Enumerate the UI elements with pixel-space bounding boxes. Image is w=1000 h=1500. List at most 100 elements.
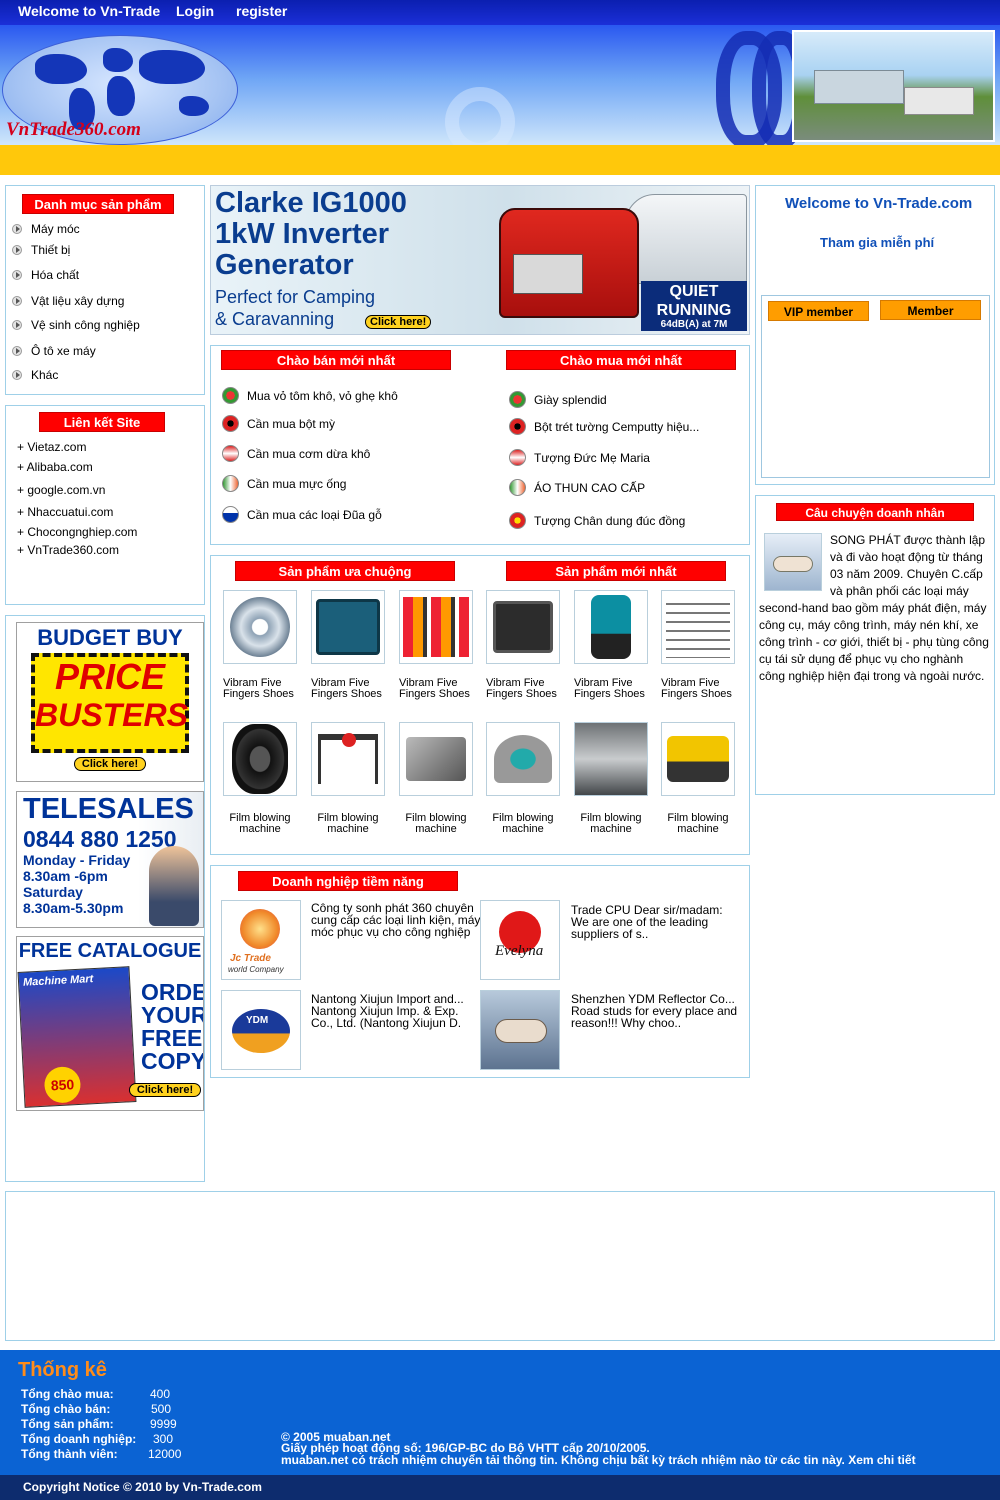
operator-photo bbox=[149, 846, 199, 926]
free-catalogue-ad[interactable]: FREE CATALOGUE Machine Mart 850 ORDERYOU… bbox=[16, 936, 204, 1111]
business-logo[interactable]: Jc Trade world Company bbox=[221, 900, 301, 980]
stat-value: 300 bbox=[153, 1432, 174, 1446]
sell-offer-item[interactable]: Cần mua các loại Đũa gỗ bbox=[222, 506, 382, 523]
stat-value: 500 bbox=[151, 1402, 172, 1416]
product-image bbox=[486, 590, 560, 664]
stat-label: Tổng sản phẩm: bbox=[21, 1417, 114, 1431]
welcome-heading: Welcome to Vn-Trade.com bbox=[785, 195, 973, 212]
copyright-bar: Copyright Notice © 2010 by Vn-Trade.com bbox=[0, 1475, 1000, 1500]
price-busters-ad[interactable]: BUDGET BUY PRICE BUSTERS Click here! bbox=[16, 622, 204, 782]
product-card[interactable]: Film blowing machine bbox=[398, 722, 474, 835]
arrow-icon bbox=[12, 245, 22, 255]
product-image bbox=[399, 722, 473, 796]
product-image bbox=[223, 722, 297, 796]
buy-offer-item[interactable]: ÁO THUN CAO CẤP bbox=[509, 479, 645, 496]
stat-label: Tổng chào bán: bbox=[21, 1402, 111, 1416]
top-bar: Welcome to Vn-Trade Login register bbox=[0, 0, 1000, 25]
product-card[interactable]: Vibram Five Fingers Shoes bbox=[310, 590, 386, 700]
category-item[interactable]: Vật liệu xây dựng bbox=[12, 294, 124, 308]
product-card[interactable]: Vibram Five Fingers Shoes bbox=[573, 590, 649, 700]
hero-click-button[interactable]: Click here! bbox=[365, 315, 432, 329]
business-description[interactable]: Công ty sonh phát 360 chuyên cung cấp cá… bbox=[311, 902, 481, 938]
buy-offer-item[interactable]: Bột trét tường Cemputty hiệu... bbox=[509, 418, 699, 435]
stat-label: Tổng thành viên: bbox=[21, 1447, 118, 1461]
sell-offer-item[interactable]: Mua vỏ tôm khô, vỏ ghẹ khô bbox=[222, 387, 398, 404]
buy-offer-item[interactable]: Tượng Chân dung đúc đồng bbox=[509, 512, 685, 529]
site-link[interactable]: + Vietaz.com bbox=[17, 440, 86, 454]
business-description[interactable]: Shenzhen YDM Reflector Co... Road studs … bbox=[571, 993, 741, 1029]
generator-image bbox=[499, 208, 639, 318]
site-link[interactable]: + Alibaba.com bbox=[17, 460, 93, 474]
product-card[interactable]: Film blowing machine bbox=[222, 722, 298, 835]
product-card[interactable]: Film blowing machine bbox=[573, 722, 649, 835]
business-description[interactable]: Nantong Xiujun Import and... Nantong Xiu… bbox=[311, 993, 481, 1029]
flag-icon bbox=[222, 445, 239, 462]
product-card[interactable]: Film blowing machine bbox=[485, 722, 561, 835]
flag-icon bbox=[509, 418, 526, 435]
sell-offer-item[interactable]: Cần mua bột mỳ bbox=[222, 415, 335, 432]
vip-member-tab[interactable]: VIP member bbox=[768, 301, 869, 321]
register-link[interactable]: register bbox=[236, 3, 287, 19]
tire-watermark-icon bbox=[445, 87, 515, 145]
category-item[interactable]: Khác bbox=[12, 368, 58, 382]
arrow-icon bbox=[12, 370, 22, 380]
category-item[interactable]: Thiết bị bbox=[12, 243, 70, 257]
flag-icon bbox=[222, 475, 239, 492]
site-link[interactable]: + google.com.vn bbox=[17, 483, 105, 497]
yellow-divider bbox=[0, 145, 1000, 175]
member-box bbox=[761, 295, 990, 478]
flag-icon bbox=[509, 391, 526, 408]
new-products-title: Sản phẩm mới nhất bbox=[506, 561, 726, 581]
header-banner: VnTrade360.com bbox=[0, 25, 1000, 145]
login-link[interactable]: Login bbox=[176, 3, 214, 19]
member-tab[interactable]: Member bbox=[880, 300, 981, 320]
stat-value: 12000 bbox=[148, 1447, 182, 1461]
arrow-icon bbox=[12, 296, 22, 306]
telesales-ad[interactable]: TELESALES 0844 880 1250 Monday - Friday … bbox=[16, 791, 204, 928]
disclaimer-link[interactable]: muaban.net có trách nhiệm chuyển tải thô… bbox=[281, 1454, 916, 1466]
category-item[interactable]: Vệ sinh công nghiệp bbox=[12, 318, 140, 332]
ads-panel: BUDGET BUY PRICE BUSTERS Click here! TEL… bbox=[5, 615, 205, 1182]
factory-photo bbox=[792, 30, 995, 142]
category-item[interactable]: Máy móc bbox=[12, 222, 80, 236]
site-link[interactable]: + Chocongnghiep.com bbox=[17, 525, 137, 539]
category-panel: Danh mục sản phẩm Máy móc Thiết bị Hóa c… bbox=[5, 185, 205, 395]
product-card[interactable]: Vibram Five Fingers Shoes bbox=[398, 590, 474, 700]
business-story[interactable]: SONG PHÁT được thành lập và đi vào hoạt … bbox=[759, 532, 989, 685]
site-logo[interactable]: VnTrade360.com bbox=[6, 119, 141, 141]
flag-icon bbox=[509, 449, 526, 466]
buy-offer-item[interactable]: Tượng Đức Mẹ Maria bbox=[509, 449, 650, 466]
stat-value: 400 bbox=[150, 1387, 171, 1401]
caravan-image bbox=[625, 194, 747, 284]
site-link[interactable]: + VnTrade360.com bbox=[17, 543, 119, 557]
latest-offers-panel: Chào bán mới nhất Chào mua mới nhất Mua … bbox=[210, 345, 750, 545]
arrow-icon bbox=[12, 346, 22, 356]
site-link[interactable]: + Nhaccuatui.com bbox=[17, 505, 113, 519]
business-photo[interactable] bbox=[480, 990, 560, 1070]
business-logo[interactable]: Evelyna bbox=[480, 900, 560, 980]
product-card[interactable]: Film blowing machine bbox=[660, 722, 736, 835]
product-image bbox=[311, 590, 385, 664]
bottom-content-panel bbox=[5, 1191, 995, 1341]
potential-business-panel: Doanh nghiệp tiềm năng Jc Trade world Co… bbox=[210, 865, 750, 1078]
category-item[interactable]: Hóa chất bbox=[12, 268, 79, 282]
product-card[interactable]: Vibram Five Fingers Shoes bbox=[660, 590, 736, 700]
buy-offer-item[interactable]: Giày splendid bbox=[509, 391, 607, 408]
join-free-link[interactable]: Tham gia miễn phí bbox=[820, 235, 934, 250]
flag-icon bbox=[509, 512, 526, 529]
product-image bbox=[574, 590, 648, 664]
product-image bbox=[574, 722, 648, 796]
copyright-notice: Copyright Notice © 2010 by Vn-Trade.com bbox=[23, 1480, 262, 1494]
product-card[interactable]: Vibram Five Fingers Shoes bbox=[222, 590, 298, 700]
category-item[interactable]: Ô tô xe máy bbox=[12, 344, 96, 358]
product-card[interactable]: Film blowing machine bbox=[310, 722, 386, 835]
sell-offer-item[interactable]: Cần mua cơm dừa khô bbox=[222, 445, 370, 462]
potential-business-title: Doanh nghiệp tiềm năng bbox=[238, 871, 458, 891]
business-description[interactable]: Trade CPU Dear sir/madam: We are one of … bbox=[571, 904, 741, 940]
product-card[interactable]: Vibram Five Fingers Shoes bbox=[485, 590, 561, 700]
business-logo[interactable]: YDM bbox=[221, 990, 301, 1070]
site-links-title: Liên kết Site bbox=[39, 412, 165, 432]
generator-ad-banner[interactable]: Clarke IG1000 1kW Inverter Generator Perfe… bbox=[210, 185, 750, 335]
footer: Thống kê Tổng chào mua: 400 Tổng chào bá… bbox=[0, 1350, 1000, 1475]
sell-offer-item[interactable]: Cần mua mực ống bbox=[222, 475, 346, 492]
